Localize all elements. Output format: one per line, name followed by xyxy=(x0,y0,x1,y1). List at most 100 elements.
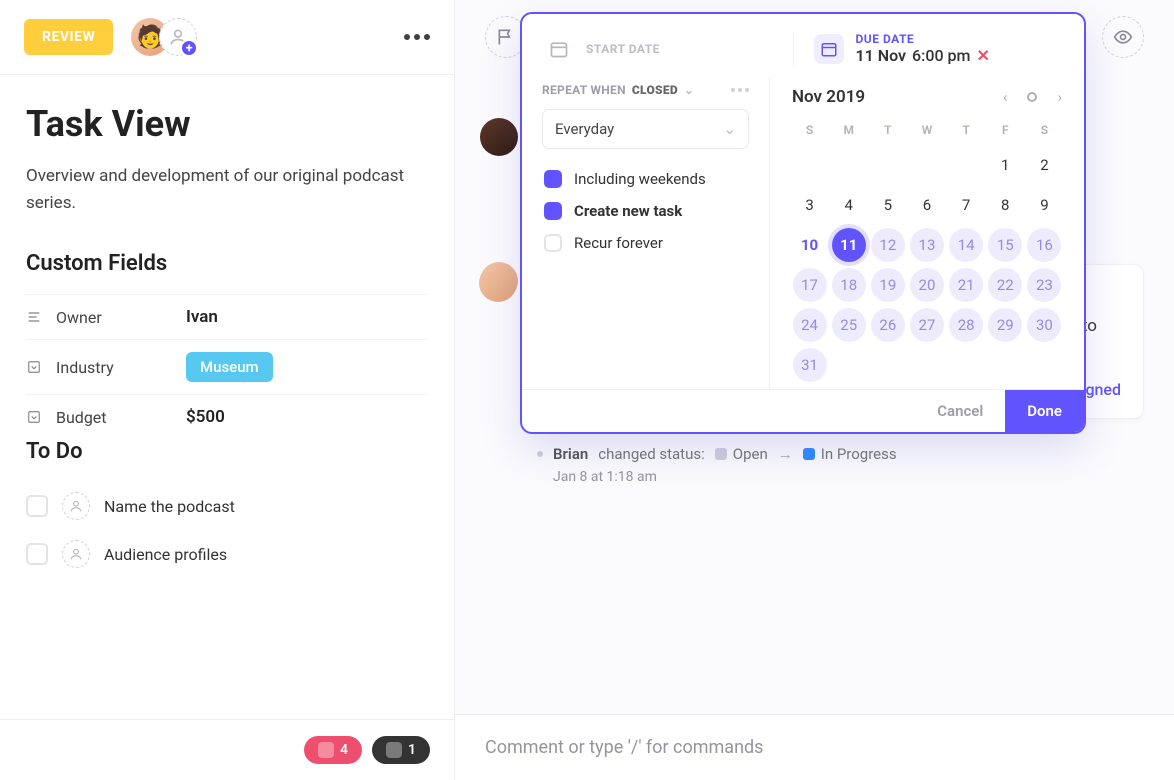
cf-label: Owner xyxy=(56,308,186,327)
cancel-button[interactable]: Cancel xyxy=(915,390,1005,432)
calendar-day[interactable]: 28 xyxy=(949,308,983,342)
activity-verb: changed status: xyxy=(598,445,704,463)
review-button[interactable]: REVIEW xyxy=(24,19,113,55)
custom-fields-heading: Custom Fields xyxy=(26,251,428,276)
status-from: Open xyxy=(733,445,768,463)
watch-button[interactable] xyxy=(1102,16,1144,58)
attachment-pill-invision[interactable]: 4 xyxy=(304,736,362,764)
calendar-day[interactable]: 8 xyxy=(988,188,1022,222)
calendar-day[interactable]: 16 xyxy=(1027,228,1061,262)
text-icon xyxy=(26,309,42,325)
calendar-day[interactable]: 25 xyxy=(832,308,866,342)
todo-heading: To Do xyxy=(26,439,428,464)
calendar-dow: F xyxy=(988,117,1023,143)
calendar-prev-button[interactable]: ‹ xyxy=(1003,88,1008,106)
calendar-dow: M xyxy=(831,117,866,143)
calendar-day[interactable]: 12 xyxy=(871,228,905,262)
calendar-day[interactable]: 5 xyxy=(871,188,905,222)
checkbox-icon xyxy=(544,202,562,220)
todo-assignee-placeholder[interactable] xyxy=(62,492,90,520)
calendar-day[interactable]: 7 xyxy=(949,188,983,222)
todo-text: Name the podcast xyxy=(104,497,235,516)
task-title: Task View xyxy=(26,103,428,145)
calendar-icon xyxy=(544,34,574,64)
invision-icon xyxy=(318,742,334,758)
calendar-day[interactable]: 20 xyxy=(910,268,944,302)
todo-item[interactable]: Audience profiles xyxy=(26,530,428,578)
calendar-dow: T xyxy=(949,117,984,143)
calendar-today-button[interactable] xyxy=(1027,92,1037,102)
checkbox-icon xyxy=(544,170,562,188)
calendar-day[interactable]: 29 xyxy=(988,308,1022,342)
activity-actor: Brian xyxy=(553,445,588,463)
start-date-label[interactable]: START DATE xyxy=(586,42,660,56)
dropdown-icon xyxy=(26,409,42,425)
recur-more-button[interactable] xyxy=(731,88,749,92)
calendar-day[interactable]: 14 xyxy=(949,228,983,262)
calendar-day[interactable]: 9 xyxy=(1027,188,1061,222)
calendar-next-button[interactable]: › xyxy=(1057,88,1062,106)
due-date-label: DUE DATE xyxy=(856,32,990,46)
calendar-day[interactable]: 11 xyxy=(832,228,866,262)
clear-due-date-button[interactable]: ✕ xyxy=(976,46,989,65)
recur-option-weekends[interactable]: Including weekends xyxy=(542,163,749,195)
custom-field-budget[interactable]: Budget $500 xyxy=(26,394,428,439)
custom-field-owner[interactable]: Owner Ivan xyxy=(26,294,428,339)
calendar-day[interactable]: 26 xyxy=(871,308,905,342)
todo-assignee-placeholder[interactable] xyxy=(62,540,90,568)
due-date-value[interactable]: 11 Nov6:00 pm✕ xyxy=(856,46,990,65)
recur-frequency-select[interactable]: Everyday⌄ xyxy=(542,109,749,149)
todo-checkbox[interactable] xyxy=(26,495,48,517)
calendar-day[interactable]: 27 xyxy=(910,308,944,342)
activity-entry: Brian changed status: Open → In Progress xyxy=(537,445,1144,463)
calendar-day[interactable]: 21 xyxy=(949,268,983,302)
calendar-day[interactable]: 24 xyxy=(793,308,827,342)
calendar-day[interactable]: 13 xyxy=(910,228,944,262)
feed-avatar xyxy=(480,118,518,156)
date-picker-popover: START DATE DUE DATE 11 Nov6:00 pm✕ REPEA… xyxy=(520,12,1086,434)
calendar-day[interactable]: 10 xyxy=(793,228,827,262)
calendar-day[interactable]: 2 xyxy=(1027,148,1061,182)
calendar-day[interactable]: 6 xyxy=(910,188,944,222)
industry-tag: Museum xyxy=(186,352,273,382)
add-assignee-button[interactable]: + xyxy=(159,18,197,56)
calendar-day[interactable]: 3 xyxy=(793,188,827,222)
recur-option-forever[interactable]: Recur forever xyxy=(542,227,749,259)
calendar-day[interactable]: 19 xyxy=(871,268,905,302)
more-menu-button[interactable] xyxy=(404,34,430,40)
custom-field-industry[interactable]: Industry Museum xyxy=(26,339,428,394)
calendar-day[interactable]: 31 xyxy=(793,348,827,382)
calendar-day[interactable]: 4 xyxy=(832,188,866,222)
calendar-day[interactable]: 23 xyxy=(1027,268,1061,302)
calendar-day[interactable]: 30 xyxy=(1027,308,1061,342)
attachment-pill-figma[interactable]: 1 xyxy=(372,736,430,764)
status-chip-icon xyxy=(715,448,727,460)
calendar-day[interactable]: 17 xyxy=(793,268,827,302)
cf-label: Budget xyxy=(56,408,186,427)
status-chip-icon xyxy=(803,448,815,460)
cf-label: Industry xyxy=(56,358,186,377)
calendar-dow: S xyxy=(792,117,827,143)
task-description[interactable]: Overview and development of our original… xyxy=(26,163,428,217)
cf-value: Ivan xyxy=(186,307,218,327)
todo-item[interactable]: Name the podcast xyxy=(26,482,428,530)
cf-value: $500 xyxy=(186,407,225,427)
checkbox-icon xyxy=(544,234,562,252)
status-to: In Progress xyxy=(821,445,897,463)
dot-icon xyxy=(537,451,543,457)
todo-checkbox[interactable] xyxy=(26,543,48,565)
calendar-day[interactable]: 15 xyxy=(988,228,1022,262)
repeat-heading[interactable]: REPEAT WHEN CLOSED ⌄ xyxy=(542,83,749,97)
done-button[interactable]: Done xyxy=(1005,390,1084,432)
calendar-day[interactable]: 18 xyxy=(832,268,866,302)
dropdown-icon xyxy=(26,359,42,375)
calendar-day[interactable]: 1 xyxy=(988,148,1022,182)
comment-input[interactable]: Comment or type '/' for commands xyxy=(455,714,1174,780)
calendar-day[interactable]: 22 xyxy=(988,268,1022,302)
recur-option-create-task[interactable]: Create new task xyxy=(542,195,749,227)
calendar-dow: T xyxy=(870,117,905,143)
chevron-down-icon: ⌄ xyxy=(723,120,736,138)
chevron-down-icon: ⌄ xyxy=(684,83,694,97)
todo-text: Audience profiles xyxy=(104,545,227,564)
calendar-month-label: Nov 2019 xyxy=(792,87,865,107)
